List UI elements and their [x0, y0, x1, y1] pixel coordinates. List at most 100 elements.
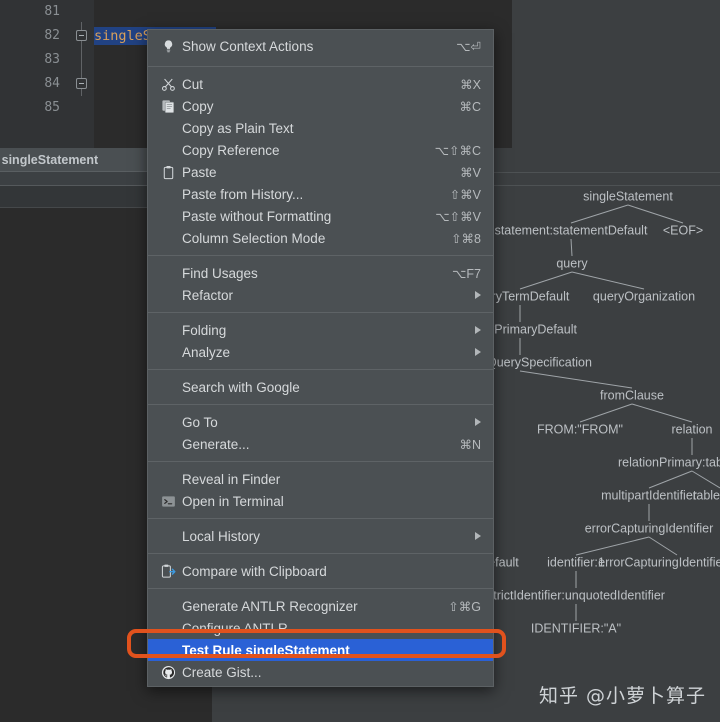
menu-item-create-gist[interactable]: Create Gist...: [148, 661, 493, 683]
tree-node[interactable]: query: [556, 256, 588, 270]
menu-item-open-in-terminal[interactable]: Open in Terminal: [148, 490, 493, 512]
menu-item-no-icon: [158, 186, 178, 202]
menu-item-generate[interactable]: Generate... ⌘N: [148, 433, 493, 455]
tree-node[interactable]: identifier:1: [547, 555, 605, 569]
tree-node[interactable]: errorCapturingIdentifier: [585, 521, 714, 535]
menu-item-find-usages[interactable]: Find Usages ⌥F7: [148, 262, 493, 284]
tree-node[interactable]: tableAlias: [693, 488, 720, 502]
menu-item-show-context-actions[interactable]: Show Context Actions ⌥⏎: [148, 33, 493, 60]
menu-item-shortcut: ⌘X: [460, 77, 481, 92]
menu-item-paste-without-formatting[interactable]: Paste without Formatting ⌥⇧⌘V: [148, 205, 493, 227]
menu-separator: [148, 553, 493, 554]
code-folding-column[interactable]: [70, 0, 94, 148]
menu-item-label: Cut: [182, 76, 204, 92]
tree-edge: [519, 271, 573, 290]
menu-item-column-selection-mode[interactable]: Column Selection Mode ⇧⌘8: [148, 227, 493, 249]
chevron-right-icon: [475, 348, 481, 356]
menu-item-label: Generate ANTLR Recognizer: [182, 598, 358, 614]
menu-item-label: Analyze: [182, 344, 231, 360]
scissors-icon: [158, 76, 178, 92]
menu-group: Reveal in Finder Open in Terminal: [148, 465, 493, 515]
menu-separator: [148, 312, 493, 313]
tree-node[interactable]: singleStatement: [583, 189, 673, 203]
menu-item-shortcut: ⇧⌘V: [449, 187, 481, 202]
menu-item-copy-reference[interactable]: Copy Reference ⌥⇧⌘C: [148, 139, 493, 161]
menu-item-label: Paste from History...: [182, 186, 304, 202]
menu-item-label: Paste: [182, 164, 217, 180]
menu-item-label: Refactor: [182, 287, 234, 303]
menu-item-generate-antlr-recognizer[interactable]: Generate ANTLR Recognizer ⇧⌘G: [148, 595, 493, 617]
menu-item-label: Configure ANTLR...: [182, 620, 300, 636]
menu-item-label: Column Selection Mode: [182, 230, 326, 246]
menu-group: Show Context Actions ⌥⏎: [148, 30, 493, 63]
menu-item-no-icon: [158, 471, 178, 487]
tree-node[interactable]: errorCapturingIdentifierExtra: [598, 555, 720, 569]
fold-collapse-icon[interactable]: [76, 30, 87, 41]
menu-item-shortcut: ⇧⌘G: [448, 599, 481, 614]
panel-secondary-strip: [0, 186, 150, 208]
tree-node[interactable]: fromClause: [600, 388, 664, 402]
tool-window-tab[interactable]: : singleStatement: [0, 148, 150, 172]
line-number: 85: [44, 100, 60, 115]
panel-toolbar-strip: [0, 172, 150, 186]
tree-node[interactable]: IDENTIFIER:"A": [531, 621, 621, 635]
menu-item-label: Compare with Clipboard: [182, 563, 327, 579]
tree-node[interactable]: relationPrimary:tableName: [618, 455, 720, 469]
tree-node[interactable]: strictIdentifier:unquotedIdentifier: [487, 588, 665, 602]
menu-item-test-rule-singlestatement[interactable]: Test Rule singleStatement: [148, 639, 493, 661]
chevron-right-icon: [475, 418, 481, 426]
tree-node[interactable]: multipartIdentifier: [601, 488, 697, 502]
menu-item-label: Show Context Actions: [182, 39, 314, 54]
terminal-icon: [158, 493, 178, 509]
copy-icon: [158, 98, 178, 114]
menu-item-local-history[interactable]: Local History: [148, 525, 493, 547]
menu-item-compare-with-clipboard[interactable]: Compare with Clipboard: [148, 560, 493, 582]
menu-item-no-icon: [158, 528, 178, 544]
menu-item-reveal-in-finder[interactable]: Reveal in Finder: [148, 468, 493, 490]
menu-item-copy[interactable]: Copy ⌘C: [148, 95, 493, 117]
tree-node[interactable]: relation: [672, 422, 713, 436]
menu-group: Compare with Clipboard: [148, 557, 493, 585]
menu-item-shortcut: ⌥F7: [452, 266, 481, 281]
menu-item-label: Generate...: [182, 436, 250, 452]
menu-item-cut[interactable]: Cut ⌘X: [148, 73, 493, 95]
menu-item-analyze[interactable]: Analyze: [148, 341, 493, 363]
menu-item-shortcut: ⇧⌘8: [451, 231, 481, 246]
menu-item-label: Paste without Formatting: [182, 208, 332, 224]
tree-node[interactable]: statement:statementDefault: [495, 223, 648, 237]
menu-group: Cut ⌘X Copy ⌘C Copy as Plain Text Copy Refere…: [148, 70, 493, 252]
tree-edge: [631, 403, 693, 423]
watermark: 知乎 @小萝卜算子: [538, 685, 706, 707]
menu-separator: [148, 66, 493, 67]
tree-edge: [648, 536, 678, 556]
menu-item-paste[interactable]: Paste ⌘V: [148, 161, 493, 183]
tree-node[interactable]: <EOF>: [663, 223, 703, 237]
menu-item-shortcut: ⌘C: [459, 99, 481, 114]
menu-item-no-icon: [158, 642, 178, 658]
line-number: 82: [44, 28, 60, 43]
menu-item-paste-from-history[interactable]: Paste from History... ⇧⌘V: [148, 183, 493, 205]
lightbulb-icon: [158, 39, 178, 55]
tree-edge: [648, 470, 693, 489]
tree-node[interactable]: FROM:"FROM": [537, 422, 623, 436]
menu-item-configure-antlr[interactable]: Configure ANTLR...: [148, 617, 493, 639]
menu-item-refactor[interactable]: Refactor: [148, 284, 493, 306]
context-menu[interactable]: Show Context Actions ⌥⏎ Cut ⌘X Copy ⌘C Copy as…: [147, 29, 494, 687]
menu-separator: [148, 369, 493, 370]
menu-item-go-to[interactable]: Go To: [148, 411, 493, 433]
github-icon: [158, 664, 178, 680]
left-empty-panel: [0, 208, 150, 722]
fold-end-icon[interactable]: [76, 78, 87, 89]
tree-edge: [691, 470, 720, 489]
tree-node[interactable]: queryOrganization: [593, 289, 695, 303]
menu-item-shortcut: ⌘V: [460, 165, 481, 180]
menu-item-folding[interactable]: Folding: [148, 319, 493, 341]
menu-item-label: Copy Reference: [182, 142, 280, 158]
menu-item-search-with-google[interactable]: Search with Google: [148, 376, 493, 398]
menu-item-copy-as-plain-text[interactable]: Copy as Plain Text: [148, 117, 493, 139]
menu-item-no-icon: [158, 344, 178, 360]
menu-item-no-icon: [158, 322, 178, 338]
menu-item-no-icon: [158, 287, 178, 303]
menu-item-shortcut: ⌥⇧⌘C: [434, 143, 481, 158]
